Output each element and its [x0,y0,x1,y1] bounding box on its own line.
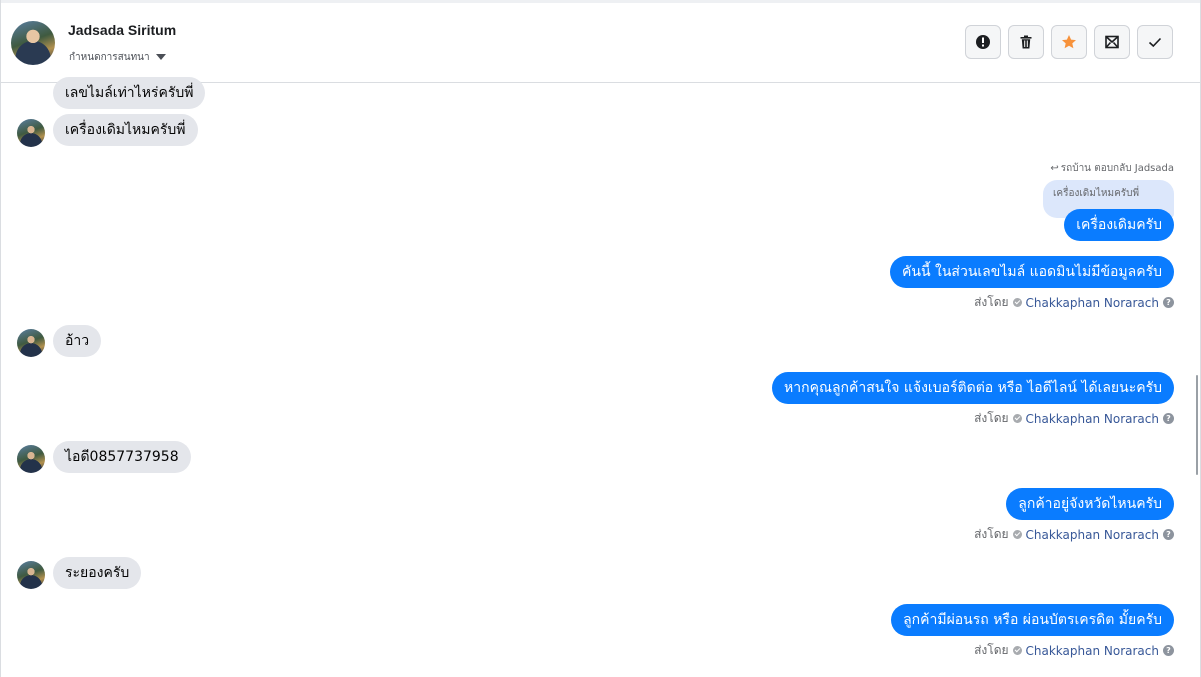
help-icon[interactable]: ? [1163,645,1174,656]
outgoing-message: คันนี้ ในส่วนเลขไมล์ แอดมินไม่มีข้อมูลคร… [890,256,1174,288]
incoming-message: ระยองครับ [53,557,142,589]
outgoing-message: หากคุณลูกค้าสนใจ แจ้งเบอร์ติดต่อ หรือ ไอ… [772,372,1174,404]
verified-icon [1012,646,1022,655]
conversation-header: Jadsada Siritum กำหนดการสนทนา [1,3,1200,83]
contact-avatar-small[interactable] [17,329,45,357]
alert-circle-icon [976,35,990,49]
incoming-message: เลขไมล์เท่าไหร่ครับพี่ [53,77,206,109]
check-icon [1148,37,1162,48]
agent-name-link[interactable]: Chakkaphan Norarach [1026,644,1159,658]
caret-down-icon [155,54,166,60]
scrollbar-thumb[interactable] [1196,375,1198,475]
report-button[interactable] [965,25,1001,59]
reply-note-text: รถบ้าน ตอบกลับ Jadsada [1060,163,1174,174]
sent-by-line: ส่งโดย Chakkaphan Norarach ? [974,409,1174,428]
reply-note: ↩ รถบ้าน ตอบกลับ Jadsada [1050,161,1174,176]
agent-name-link[interactable]: Chakkaphan Norarach [1026,296,1159,310]
header-actions [965,25,1173,59]
outgoing-message: ลูกค้ามีผ่อนรถ หรือ ผ่อนบัตรเครดิต มั้ยค… [891,604,1174,636]
sent-by-prefix: ส่งโดย [974,643,1009,657]
incoming-message: อ้าว [53,325,102,357]
incoming-message: ไอดี0857737958 [53,441,191,473]
left-border [0,0,1,677]
sent-by-line: ส่งโดย Chakkaphan Norarach ? [974,293,1174,312]
star-icon [1062,35,1076,49]
sent-by-prefix: ส่งโดย [974,527,1009,541]
help-icon[interactable]: ? [1163,529,1174,540]
star-button[interactable] [1051,25,1087,59]
verified-icon [1012,530,1022,539]
agent-name-link[interactable]: Chakkaphan Norarach [1026,412,1159,426]
agent-name-link[interactable]: Chakkaphan Norarach [1026,528,1159,542]
conversation-schedule-dropdown[interactable]: กำหนดการสนทนา [69,50,166,64]
schedule-label: กำหนดการสนทนา [69,51,150,63]
incoming-message: เครื่องเดิมไหมครับพี่ [53,114,198,146]
done-button[interactable] [1137,25,1173,59]
contact-avatar[interactable] [11,21,55,65]
contact-avatar-small[interactable] [17,119,45,147]
sent-by-prefix: ส่งโดย [974,295,1009,309]
trash-icon [1020,35,1032,49]
verified-icon [1012,298,1022,307]
help-icon[interactable]: ? [1163,297,1174,308]
contact-name[interactable]: Jadsada Siritum [68,22,176,38]
envelope-icon [1105,35,1119,49]
contact-avatar-small[interactable] [17,445,45,473]
outgoing-message: ลูกค้าอยู่จังหวัดไหนครับ [1006,488,1174,520]
sent-by-line: ส่งโดย Chakkaphan Norarach ? [974,525,1174,544]
help-icon[interactable]: ? [1163,413,1174,424]
reply-icon: ↩ [1050,163,1059,174]
mark-unread-button[interactable] [1094,25,1130,59]
outgoing-message: เครื่องเดิมครับ [1064,209,1174,241]
sent-by-prefix: ส่งโดย [974,411,1009,425]
contact-avatar-small[interactable] [17,561,45,589]
verified-icon [1012,414,1022,423]
delete-button[interactable] [1008,25,1044,59]
sent-by-line: ส่งโดย Chakkaphan Norarach ? [974,641,1174,660]
